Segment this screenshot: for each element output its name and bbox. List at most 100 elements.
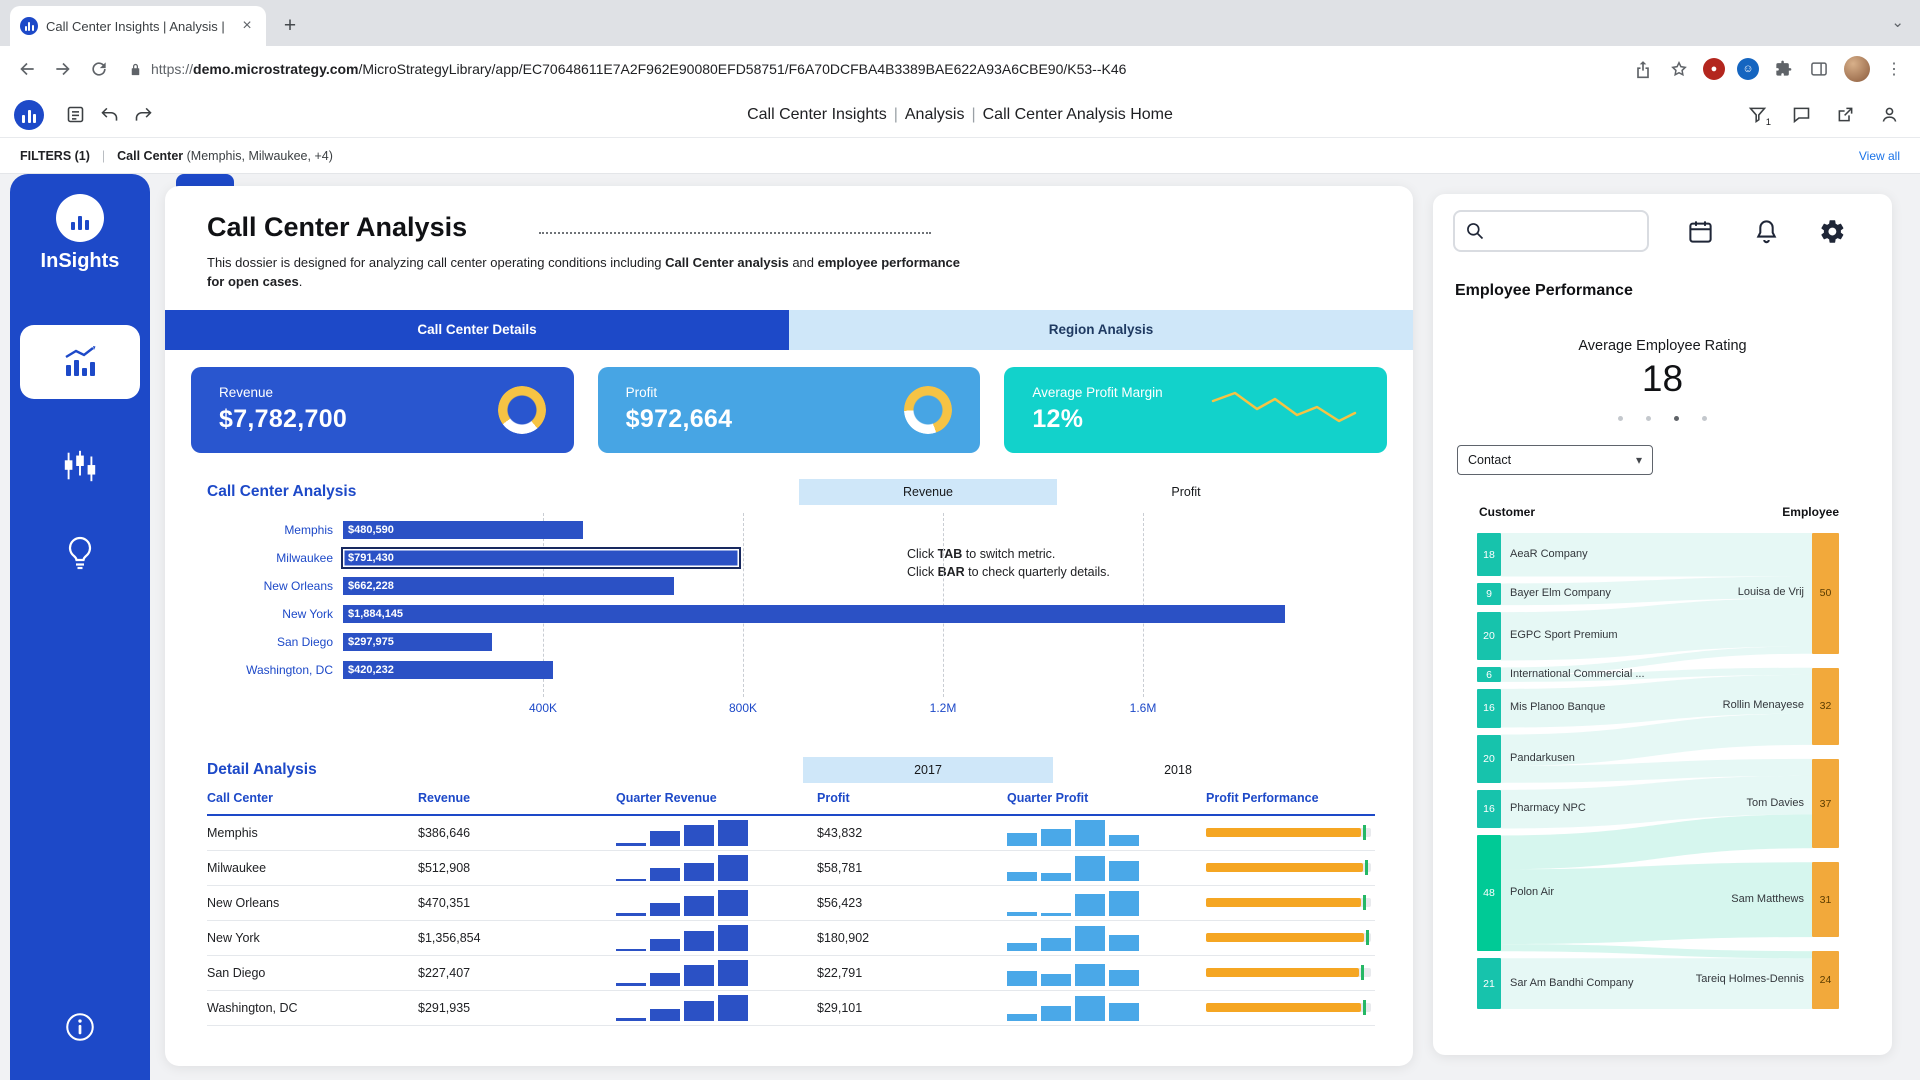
metric-tab-revenue[interactable]: Revenue	[799, 479, 1057, 505]
table-row[interactable]: Milwaukee$512,908$58,781	[207, 851, 1375, 886]
sankey-customer-node[interactable]: 48	[1477, 835, 1501, 951]
app-title: Call Center Insights|Analysis|Call Cente…	[0, 106, 1920, 124]
sankey-employee-label: Tom Davies	[1604, 797, 1804, 809]
side-panel-icon[interactable]	[1802, 52, 1836, 86]
metric-tab-profit[interactable]: Profit	[1057, 479, 1315, 505]
microstrategy-logo-icon[interactable]	[14, 100, 44, 130]
sankey-employee-node[interactable]: 50	[1812, 533, 1839, 654]
bookmark-star-icon[interactable]	[1662, 52, 1696, 86]
pager-dots[interactable]	[1433, 416, 1892, 421]
table-cell: $29,101	[817, 1001, 1007, 1015]
sankey-customer-label: Pharmacy NPC	[1510, 802, 1586, 814]
year-tab-2017[interactable]: 2017	[803, 757, 1053, 783]
table-row[interactable]: Washington, DC$291,935$29,101	[207, 991, 1375, 1026]
sankey-customer-label: Pandarkusen	[1510, 752, 1575, 764]
browser-menu-icon[interactable]: ⋮	[1878, 59, 1910, 79]
sidebar-item-boxplot[interactable]	[10, 447, 150, 485]
share-dossier-icon[interactable]	[1828, 98, 1862, 132]
view-all-link[interactable]: View all	[1859, 149, 1900, 163]
sankey-employee-node[interactable]: 32	[1812, 668, 1839, 745]
profit-performance-bar	[1206, 828, 1371, 837]
kpi-label: Average Profit Margin	[1032, 385, 1162, 400]
kpi-revenue[interactable]: Revenue$7,782,700	[191, 367, 574, 453]
revenue-bar-memphis[interactable]: $480,590	[343, 521, 583, 539]
revenue-bar-washington-dc[interactable]: $420,232	[343, 661, 553, 679]
pager-dot[interactable]	[1618, 416, 1623, 421]
tab-call-center-details[interactable]: Call Center Details	[165, 310, 789, 350]
year-tab-2018[interactable]: 2018	[1053, 757, 1303, 783]
redo-icon[interactable]	[126, 98, 160, 132]
filter-chip[interactable]: Call Center (Memphis, Milwaukee, +4)	[117, 149, 333, 163]
table-column-header[interactable]: Call Center	[207, 791, 418, 805]
pager-dot[interactable]	[1674, 416, 1679, 421]
extension-blue-icon[interactable]: ☺	[1737, 58, 1759, 80]
table-column-header[interactable]: Profit	[817, 791, 1007, 805]
new-tab-button[interactable]: +	[274, 10, 306, 42]
search-box[interactable]	[1453, 210, 1649, 252]
undo-icon[interactable]	[92, 98, 126, 132]
table-cell: New Orleans	[207, 896, 418, 910]
tab-list-chevron-icon[interactable]: ⌄	[1891, 13, 1904, 31]
back-icon[interactable]	[10, 52, 44, 86]
account-icon[interactable]	[1872, 98, 1906, 132]
table-column-header[interactable]: Profit Performance	[1206, 791, 1375, 805]
extension-red-icon[interactable]: ●	[1703, 58, 1725, 80]
address-bar[interactable]: https://demo.microstrategy.com/MicroStra…	[118, 61, 1624, 77]
forward-icon[interactable]	[46, 52, 80, 86]
revenue-bar-milwaukee[interactable]: $791,430	[343, 549, 739, 567]
search-input[interactable]	[1493, 223, 1623, 239]
reload-icon[interactable]	[82, 52, 116, 86]
table-row[interactable]: Memphis$386,646$43,832	[207, 816, 1375, 851]
sidebar-item-analysis[interactable]	[20, 325, 140, 399]
pager-dot[interactable]	[1702, 416, 1707, 421]
profile-avatar[interactable]	[1844, 56, 1870, 82]
table-row[interactable]: New York$1,356,854$180,902	[207, 921, 1375, 956]
profit-performance-bar	[1206, 898, 1371, 907]
sankey-employee-node[interactable]: 37	[1812, 759, 1839, 848]
extensions-puzzle-icon[interactable]	[1766, 52, 1800, 86]
sankey-customer-node[interactable]: 6	[1477, 667, 1501, 681]
notifications-bell-icon[interactable]	[1753, 218, 1780, 245]
sankey-customer-node[interactable]: 16	[1477, 790, 1501, 829]
sankey-customer-node[interactable]: 21	[1477, 958, 1501, 1009]
tab-close-icon[interactable]: ×	[238, 17, 256, 35]
url-text: https://demo.microstrategy.com/MicroStra…	[151, 61, 1126, 77]
share-page-icon[interactable]	[1626, 52, 1660, 86]
table-row[interactable]: New Orleans$470,351$56,423	[207, 886, 1375, 921]
tab-region-analysis[interactable]: Region Analysis	[789, 310, 1413, 350]
sankey-customer-node[interactable]: 20	[1477, 735, 1501, 783]
sidebar-item-insights[interactable]	[10, 533, 150, 573]
contact-dropdown[interactable]: Contact ▾	[1457, 445, 1653, 475]
table-row[interactable]: San Diego$227,407$22,791	[207, 956, 1375, 991]
comments-icon[interactable]	[1784, 98, 1818, 132]
axis-tick-label: 1.6M	[1130, 701, 1157, 715]
sankey-employee-node[interactable]: 31	[1812, 862, 1839, 937]
revenue-bar-new-orleans[interactable]: $662,228	[343, 577, 674, 595]
sankey-employee-node[interactable]: 24	[1812, 951, 1839, 1009]
sankey-customer-node[interactable]: 18	[1477, 533, 1501, 576]
profit-performance-bar	[1206, 863, 1371, 872]
call-center-bar-chart: Click TAB to switch metric. Click BAR to…	[207, 515, 1375, 723]
metric-tabs: Revenue Profit	[799, 479, 1315, 505]
revenue-bar-san-diego[interactable]: $297,975	[343, 633, 492, 651]
revenue-bar-new-york[interactable]: $1,884,145	[343, 605, 1285, 623]
sankey-customer-node[interactable]: 20	[1477, 612, 1501, 660]
kpi-profit-margin[interactable]: Average Profit Margin12%	[1004, 367, 1387, 453]
settings-gear-icon[interactable]	[1819, 218, 1846, 245]
dossier-title: Call Center Analysis	[207, 212, 467, 243]
filter-funnel-icon[interactable]: 1	[1740, 98, 1774, 132]
kpi-profit[interactable]: Profit$972,664	[598, 367, 981, 453]
calendar-icon[interactable]	[1687, 218, 1714, 245]
table-cell: San Diego	[207, 966, 418, 980]
table-column-header[interactable]: Quarter Profit	[1007, 791, 1206, 805]
sidebar-info-button[interactable]	[10, 1010, 150, 1044]
pager-dot[interactable]	[1646, 416, 1651, 421]
table-column-header[interactable]: Quarter Revenue	[616, 791, 817, 805]
filters-label[interactable]: FILTERS (1)	[20, 149, 90, 163]
browser-tab[interactable]: Call Center Insights | Analysis | ×	[10, 6, 266, 46]
table-of-contents-icon[interactable]	[58, 98, 92, 132]
sankey-customer-node[interactable]: 16	[1477, 689, 1501, 728]
sankey-customer-node[interactable]: 9	[1477, 583, 1501, 605]
dotted-divider	[539, 232, 931, 234]
table-column-header[interactable]: Revenue	[418, 791, 616, 805]
